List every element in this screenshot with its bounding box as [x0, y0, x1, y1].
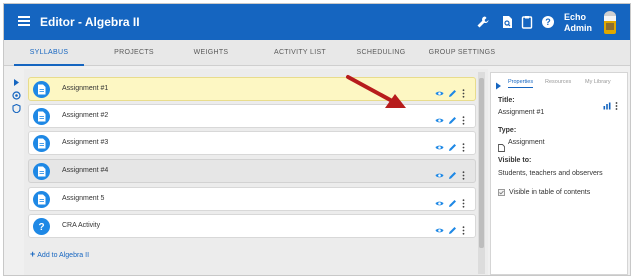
visible-to-value: Students, teachers and observers [498, 170, 603, 177]
more-options-icon[interactable] [615, 97, 618, 115]
more-options-icon[interactable] [462, 167, 466, 180]
visible-to-label: Visible to: [498, 157, 532, 164]
edit-pencil-icon[interactable] [448, 167, 457, 179]
question-icon: ? [33, 218, 50, 235]
edit-pencil-icon[interactable] [448, 85, 457, 97]
tab-weights[interactable]: WEIGHTS [180, 40, 242, 66]
list-item-label: CRA Activity [62, 222, 101, 229]
tab-group-settings[interactable]: GROUP SETTINGS [424, 40, 500, 66]
tab-syllabus[interactable]: SYLLABUS [14, 40, 84, 66]
syllabus-list: Assignment #1 Assignment #2 Assignment #3 A… [24, 69, 488, 275]
tab-my-library[interactable]: My Library [585, 79, 611, 85]
more-options-icon[interactable] [462, 112, 466, 125]
document-search-icon[interactable] [500, 15, 514, 29]
visibility-eye-icon[interactable] [435, 85, 444, 96]
edit-pencil-icon[interactable] [448, 112, 457, 124]
user-role-line: Admin [564, 23, 592, 33]
add-to-course-link[interactable]: + Add to Algebra II [30, 249, 89, 259]
list-item-label: Assignment 5 [62, 195, 105, 202]
shield-icon[interactable] [12, 100, 21, 114]
panel-collapse-icon[interactable] [495, 77, 502, 95]
list-item[interactable]: Assignment #1 [28, 77, 476, 101]
document-icon [33, 108, 50, 125]
list-item[interactable]: Assignment #2 [28, 104, 476, 128]
tab-properties[interactable]: Properties [508, 79, 534, 88]
visibility-eye-icon[interactable] [435, 139, 444, 150]
tab-scheduling[interactable]: SCHEDULING [344, 40, 418, 66]
list-item[interactable]: Assignment #4 [28, 159, 476, 183]
app-header: Editor - Algebra II ? Echo Admin [4, 4, 630, 40]
list-item[interactable]: Assignment #3 [28, 131, 476, 155]
visibility-eye-icon[interactable] [435, 195, 444, 206]
toc-checkbox[interactable] [498, 189, 505, 196]
user-first-line: Echo [564, 12, 587, 22]
clipboard-icon[interactable] [520, 15, 534, 29]
help-icon[interactable]: ? [541, 15, 555, 29]
avatar[interactable] [600, 10, 620, 36]
left-rail [8, 70, 22, 130]
tab-projects[interactable]: PROJECTS [100, 40, 168, 66]
svg-text:?: ? [38, 222, 44, 232]
menu-icon[interactable] [18, 16, 30, 26]
editor-window: Editor - Algebra II ? Echo Admin SYLLABU… [3, 3, 631, 276]
edit-pencil-icon[interactable] [448, 195, 457, 207]
list-item-label: Assignment #2 [62, 112, 109, 119]
toc-label: Visible in table of contents [509, 189, 591, 196]
user-name[interactable]: Echo Admin [564, 12, 592, 34]
title-value: Assignment #1 [498, 109, 545, 116]
wrench-icon[interactable] [476, 15, 490, 29]
chart-icon[interactable] [603, 97, 611, 115]
document-icon [498, 139, 505, 157]
svg-text:?: ? [545, 17, 551, 27]
edit-pencil-icon[interactable] [448, 222, 457, 234]
list-item-label: Assignment #1 [62, 85, 109, 92]
list-item-label: Assignment #3 [62, 139, 109, 146]
document-icon [33, 81, 50, 98]
document-icon [33, 163, 50, 180]
expand-icon[interactable] [12, 74, 21, 86]
list-item-label: Assignment #4 [62, 167, 109, 174]
add-link-label: Add to Algebra II [37, 252, 90, 259]
visibility-eye-icon[interactable] [435, 167, 444, 178]
edit-pencil-icon[interactable] [448, 139, 457, 151]
more-options-icon[interactable] [462, 195, 466, 208]
list-item[interactable]: ? CRA Activity [28, 214, 476, 238]
tab-bar: SYLLABUS PROJECTS WEIGHTS ACTIVITY LIST … [4, 40, 630, 66]
plus-icon: + [30, 249, 36, 259]
title-label: Title: [498, 97, 515, 104]
tab-activity-list[interactable]: ACTIVITY LIST [260, 40, 340, 66]
type-value: Assignment [508, 139, 545, 146]
list-scrollbar[interactable] [478, 72, 485, 274]
visibility-eye-icon[interactable] [435, 222, 444, 233]
more-options-icon[interactable] [462, 139, 466, 152]
document-icon [33, 191, 50, 208]
app-title: Editor - Algebra II [40, 15, 140, 29]
target-icon[interactable] [12, 87, 21, 100]
type-label: Type: [498, 127, 517, 134]
more-options-icon[interactable] [462, 85, 466, 98]
list-item[interactable]: Assignment 5 [28, 187, 476, 211]
tab-resources[interactable]: Resources [545, 79, 571, 85]
more-options-icon[interactable] [462, 222, 466, 235]
properties-panel: Properties Resources My Library Title: A… [490, 72, 628, 275]
visibility-eye-icon[interactable] [435, 112, 444, 123]
scrollbar-thumb[interactable] [479, 78, 484, 248]
document-icon [33, 135, 50, 152]
